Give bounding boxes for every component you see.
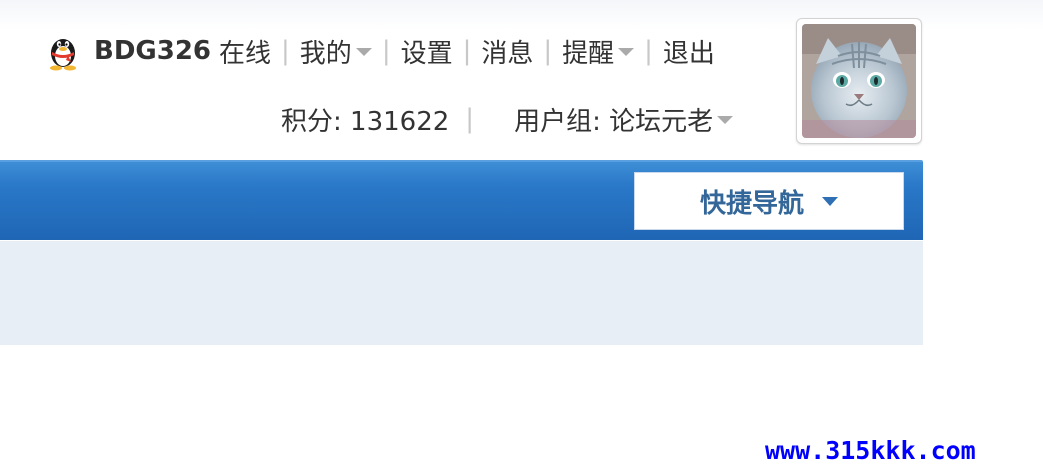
sub-nav-bar — [0, 240, 923, 345]
reminders-menu-label: 提醒 — [562, 38, 615, 69]
online-status: 在线 — [219, 38, 272, 69]
avatar[interactable] — [796, 18, 922, 144]
user-info-row: 积分: 131622 | 用户组: 论坛元老 — [281, 96, 734, 142]
my-menu[interactable]: 我的 — [300, 33, 372, 70]
username-link[interactable]: BDG326 — [94, 36, 211, 66]
quick-nav-button[interactable]: 快捷导航 — [634, 172, 904, 230]
chevron-down-icon — [717, 116, 734, 124]
user-group-label: 用户组: — [514, 106, 610, 137]
messages-link[interactable]: 消息 — [481, 33, 533, 70]
separator: | — [465, 104, 475, 134]
logout-link[interactable]: 退出 — [663, 33, 715, 70]
quick-nav-label: 快捷导航 — [699, 188, 804, 219]
settings-link[interactable]: 设置 — [401, 33, 453, 70]
watermark: www.315kkk.com — [765, 436, 976, 465]
cat-avatar-image — [802, 24, 916, 138]
points-label: 积分: — [281, 106, 351, 137]
points-value: 131622 — [350, 106, 450, 137]
user-group-menu[interactable]: 用户组: 论坛元老 — [514, 101, 734, 138]
qq-penguin-icon[interactable] — [44, 31, 82, 71]
separator: | — [543, 36, 553, 66]
separator: | — [381, 36, 391, 66]
user-toolbar: BDG326 在线 | 我的 | 设置 | 消息 | 提醒 | 退出 — [44, 28, 715, 74]
user-group-value: 论坛元老 — [609, 106, 714, 137]
points-link[interactable]: 积分: 131622 — [281, 101, 449, 138]
my-menu-label: 我的 — [299, 38, 352, 69]
chevron-down-icon — [618, 48, 635, 56]
reminders-menu[interactable]: 提醒 — [562, 33, 635, 70]
chevron-down-icon — [822, 196, 838, 206]
chevron-down-icon — [355, 48, 372, 56]
separator: | — [462, 36, 472, 66]
separator: | — [644, 36, 653, 66]
separator: | — [281, 36, 290, 66]
